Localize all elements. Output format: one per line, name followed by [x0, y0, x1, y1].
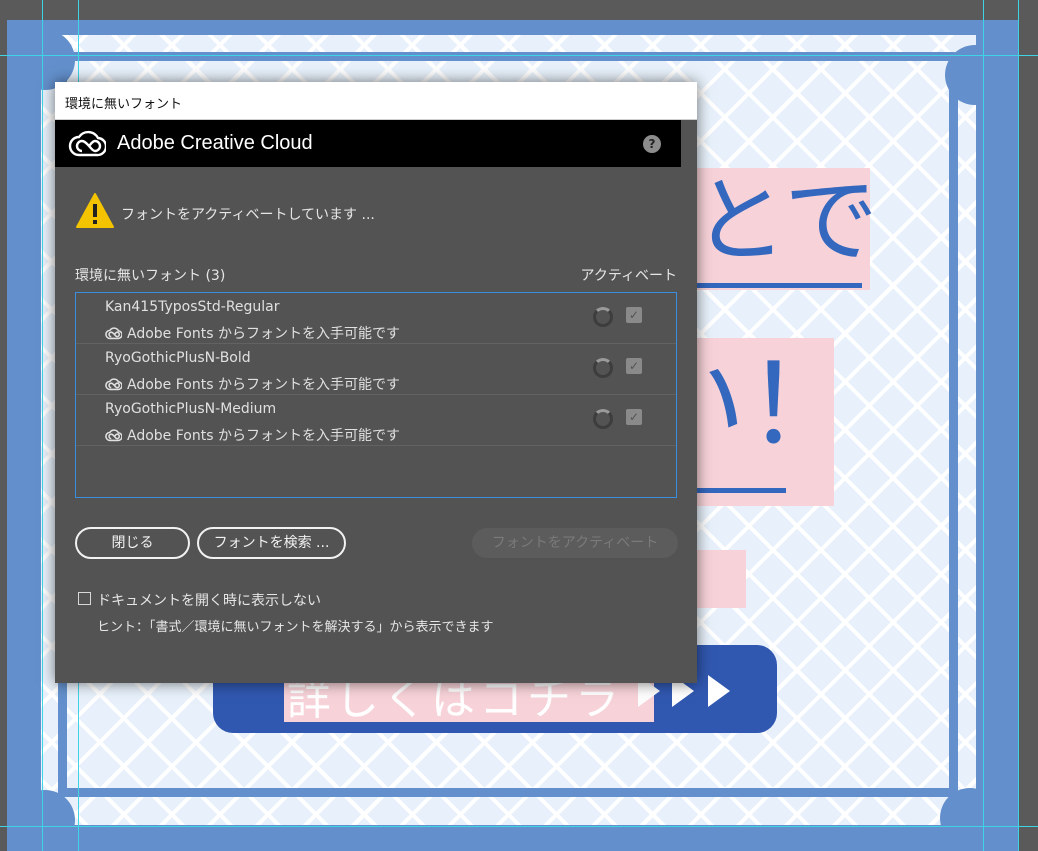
brand-bar: Adobe Creative Cloud ?: [55, 120, 681, 167]
guide-vertical-1: [42, 0, 43, 851]
headline-1: とで: [693, 167, 879, 276]
creative-cloud-icon: [105, 327, 122, 340]
font-row[interactable]: RyoGothicPlusN-Bold Adobe Fonts からフォントを入…: [76, 344, 676, 395]
creative-cloud-icon: [68, 130, 106, 157]
font-name: RyoGothicPlusN-Medium: [105, 401, 277, 417]
frame-corner-bl: [15, 790, 75, 850]
activate-column-header: アクティベート: [580, 268, 677, 284]
brand-name: Adobe Creative Cloud: [117, 132, 313, 154]
guide-vertical-3: [983, 0, 984, 851]
font-availability-text: Adobe Fonts からフォントを入手可能です: [127, 326, 400, 342]
missing-fonts-dialog: 環境に無いフォント Adobe Creative Cloud ? フォントをアク…: [55, 82, 697, 683]
find-fonts-button[interactable]: フォントを検索 ...: [197, 527, 346, 559]
font-availability: Adobe Fonts からフォントを入手可能です: [105, 425, 400, 445]
close-button[interactable]: 閉じる: [75, 527, 190, 559]
hint-text: ヒント：「書式／環境に無いフォントを解決する」から表示できます: [97, 620, 494, 635]
headline-3-highlight: [690, 550, 746, 608]
missing-fonts-label: 環境に無いフォント (3): [75, 268, 226, 284]
arrow-icon-3: [708, 675, 730, 707]
creative-cloud-icon: [105, 429, 122, 442]
guide-vertical-4: [1018, 0, 1019, 851]
loading-spinner-icon: [593, 307, 613, 327]
activate-checkbox[interactable]: ✓: [626, 307, 642, 323]
dont-show-checkbox[interactable]: [78, 592, 91, 605]
missing-fonts-list[interactable]: Kan415TyposStd-Regular Adobe Fonts からフォン…: [75, 292, 677, 498]
headline-2-underline: [690, 488, 786, 493]
font-availability: Adobe Fonts からフォントを入手可能です: [105, 374, 400, 394]
status-message: フォントをアクティベートしています ...: [121, 207, 375, 223]
frame-corner-br: [940, 788, 1000, 848]
loading-spinner-icon: [593, 358, 613, 378]
font-availability-text: Adobe Fonts からフォントを入手可能です: [127, 377, 400, 393]
loading-spinner-icon: [593, 409, 613, 429]
guide-horizontal-2: [0, 826, 1038, 827]
font-name: RyoGothicPlusN-Bold: [105, 350, 251, 366]
font-row[interactable]: RyoGothicPlusN-Medium Adobe Fonts からフォント…: [76, 395, 676, 446]
activate-checkbox[interactable]: ✓: [626, 358, 642, 374]
activate-fonts-button[interactable]: フォントをアクティベート: [472, 528, 678, 558]
font-name: Kan415TyposStd-Regular: [105, 299, 280, 315]
creative-cloud-icon: [105, 378, 122, 391]
font-availability-text: Adobe Fonts からフォントを入手可能です: [127, 428, 400, 444]
font-row[interactable]: Kan415TyposStd-Regular Adobe Fonts からフォン…: [76, 293, 676, 344]
warning-icon: [76, 193, 114, 228]
headline-1-underline: [690, 283, 862, 288]
guide-horizontal-1: [0, 55, 1038, 56]
dialog-title: 環境に無いフォント: [55, 82, 697, 120]
dont-show-label[interactable]: ドキュメントを開く時に表示しない: [97, 590, 321, 610]
activate-checkbox[interactable]: ✓: [626, 409, 642, 425]
help-icon[interactable]: ?: [643, 135, 661, 153]
font-availability: Adobe Fonts からフォントを入手可能です: [105, 323, 400, 343]
